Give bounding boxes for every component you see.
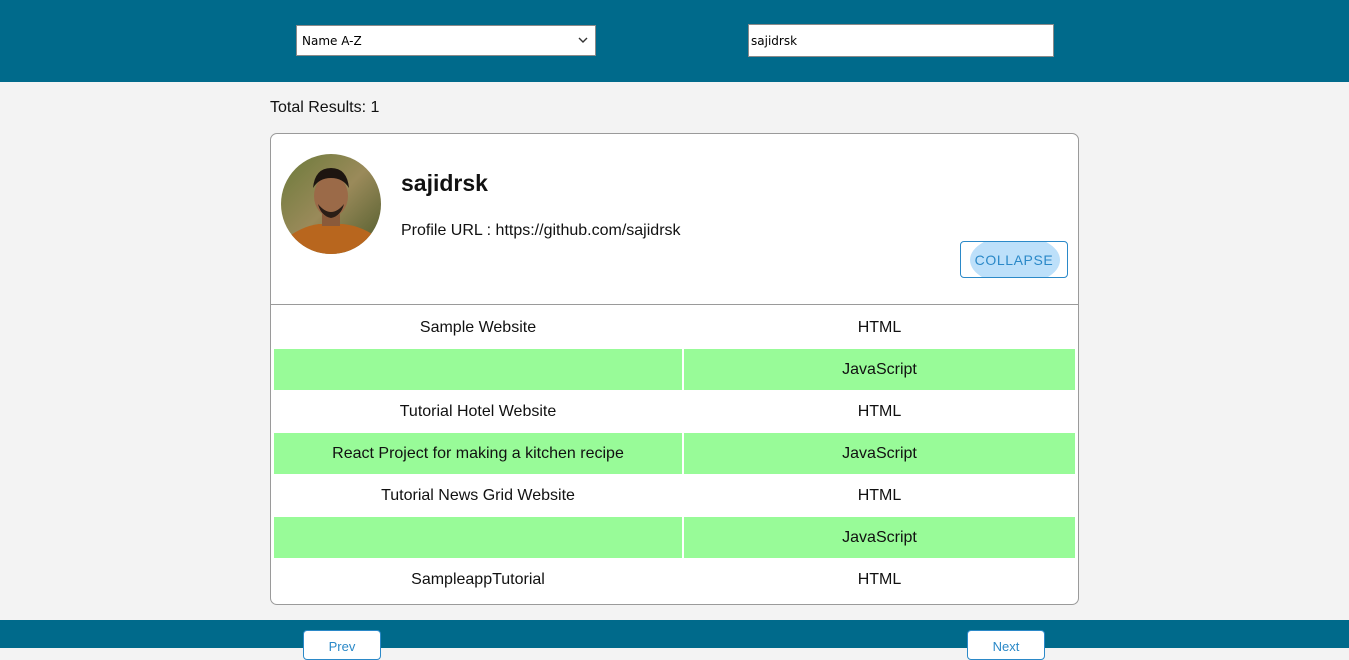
table-row: Tutorial News Grid Website HTML — [274, 475, 1075, 516]
repo-language: HTML — [684, 559, 1075, 600]
sort-select[interactable]: Name A-Z — [296, 25, 596, 56]
footer-bar — [0, 620, 1349, 648]
repo-language: JavaScript — [684, 432, 1075, 475]
table-row: JavaScript — [274, 516, 1075, 559]
prev-button[interactable]: Prev — [303, 630, 381, 660]
repo-language: JavaScript — [684, 516, 1075, 559]
repo-name: React Project for making a kitchen recip… — [274, 432, 682, 475]
repo-name: Sample Website — [274, 307, 682, 348]
next-button[interactable]: Next — [967, 630, 1045, 660]
avatar — [281, 154, 381, 254]
repo-language: HTML — [684, 307, 1075, 348]
table-row: SampleappTutorial HTML — [274, 559, 1075, 600]
profile-card: sajidrsk Profile URL : https://github.co… — [270, 133, 1079, 605]
chevron-down-icon — [578, 37, 588, 43]
sort-select-value: Name A-Z — [302, 33, 362, 48]
collapse-button[interactable]: COLLAPSE — [960, 241, 1068, 278]
repo-name: Tutorial Hotel Website — [274, 391, 682, 432]
table-row: React Project for making a kitchen recip… — [274, 432, 1075, 475]
profile-url: Profile URL : https://github.com/sajidrs… — [401, 222, 681, 239]
search-input[interactable] — [748, 24, 1054, 57]
repo-language: HTML — [684, 475, 1075, 516]
repo-language: HTML — [684, 391, 1075, 432]
repo-name — [274, 516, 682, 559]
repo-table: Sample Website HTML JavaScript Tutorial … — [272, 307, 1077, 600]
table-row: Sample Website HTML — [274, 307, 1075, 348]
table-row: JavaScript — [274, 348, 1075, 391]
table-row: Tutorial Hotel Website HTML — [274, 391, 1075, 432]
collapse-button-label: COLLAPSE — [974, 251, 1054, 268]
divider — [271, 304, 1078, 305]
repo-name: SampleappTutorial — [274, 559, 682, 600]
repo-language: JavaScript — [684, 348, 1075, 391]
profile-username: sajidrsk — [401, 170, 488, 196]
total-results: Total Results: 1 — [270, 99, 380, 116]
repo-name: Tutorial News Grid Website — [274, 475, 682, 516]
repo-name — [274, 348, 682, 391]
top-bar: Name A-Z — [0, 0, 1349, 82]
